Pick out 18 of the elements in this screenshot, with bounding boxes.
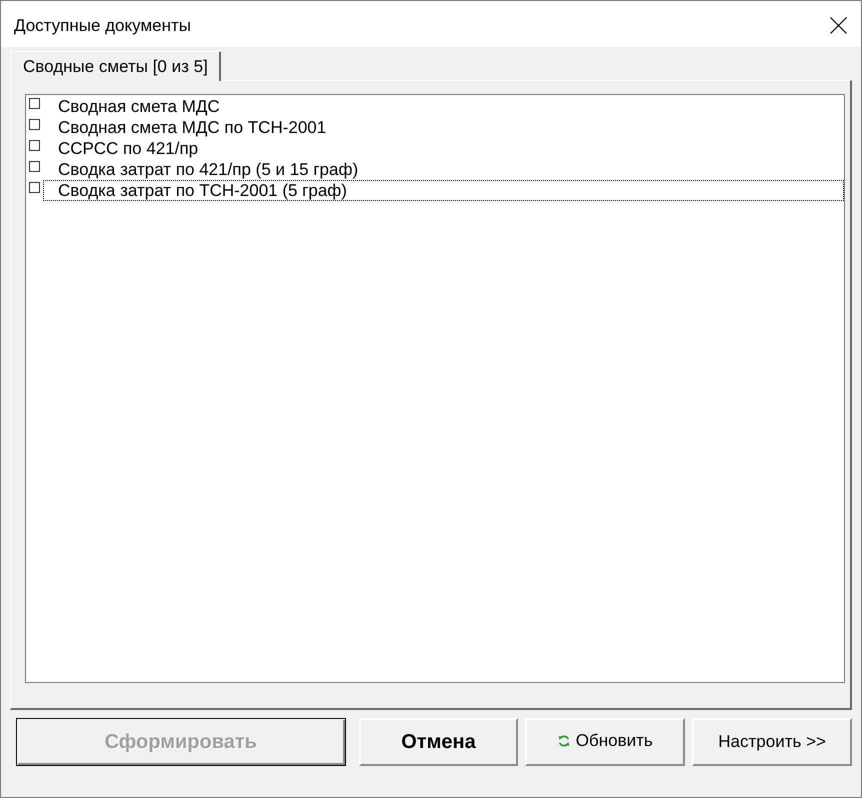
document-item[interactable]: Сводная смета МДС по ТСН-2001 (43, 117, 844, 138)
close-button[interactable] (830, 16, 847, 34)
checkbox[interactable] (29, 182, 40, 193)
document-item[interactable]: Сводка затрат по ТСН-2001 (5 граф) (43, 180, 844, 201)
checkbox[interactable] (29, 161, 40, 172)
dialog-button[interactable]: Настроить >> (692, 718, 852, 766)
window-title: Доступные документы (14, 16, 191, 36)
document-item[interactable]: ССРСС по 421/пр (43, 138, 844, 159)
checkbox[interactable] (29, 119, 40, 130)
tab[interactable]: Сводные сметы [0 из 5] (10, 51, 221, 81)
refresh-button[interactable]: Обновить (525, 718, 686, 766)
dialog-button[interactable]: Отмена (358, 718, 518, 766)
document-item[interactable]: Сводная смета МДС (43, 96, 844, 117)
close-icon (830, 16, 847, 34)
checkbox[interactable] (29, 140, 40, 151)
checkbox[interactable] (29, 98, 40, 109)
refresh-icon (558, 735, 570, 747)
document-item[interactable]: Сводка затрат по 421/пр (5 и 15 граф) (43, 159, 844, 180)
